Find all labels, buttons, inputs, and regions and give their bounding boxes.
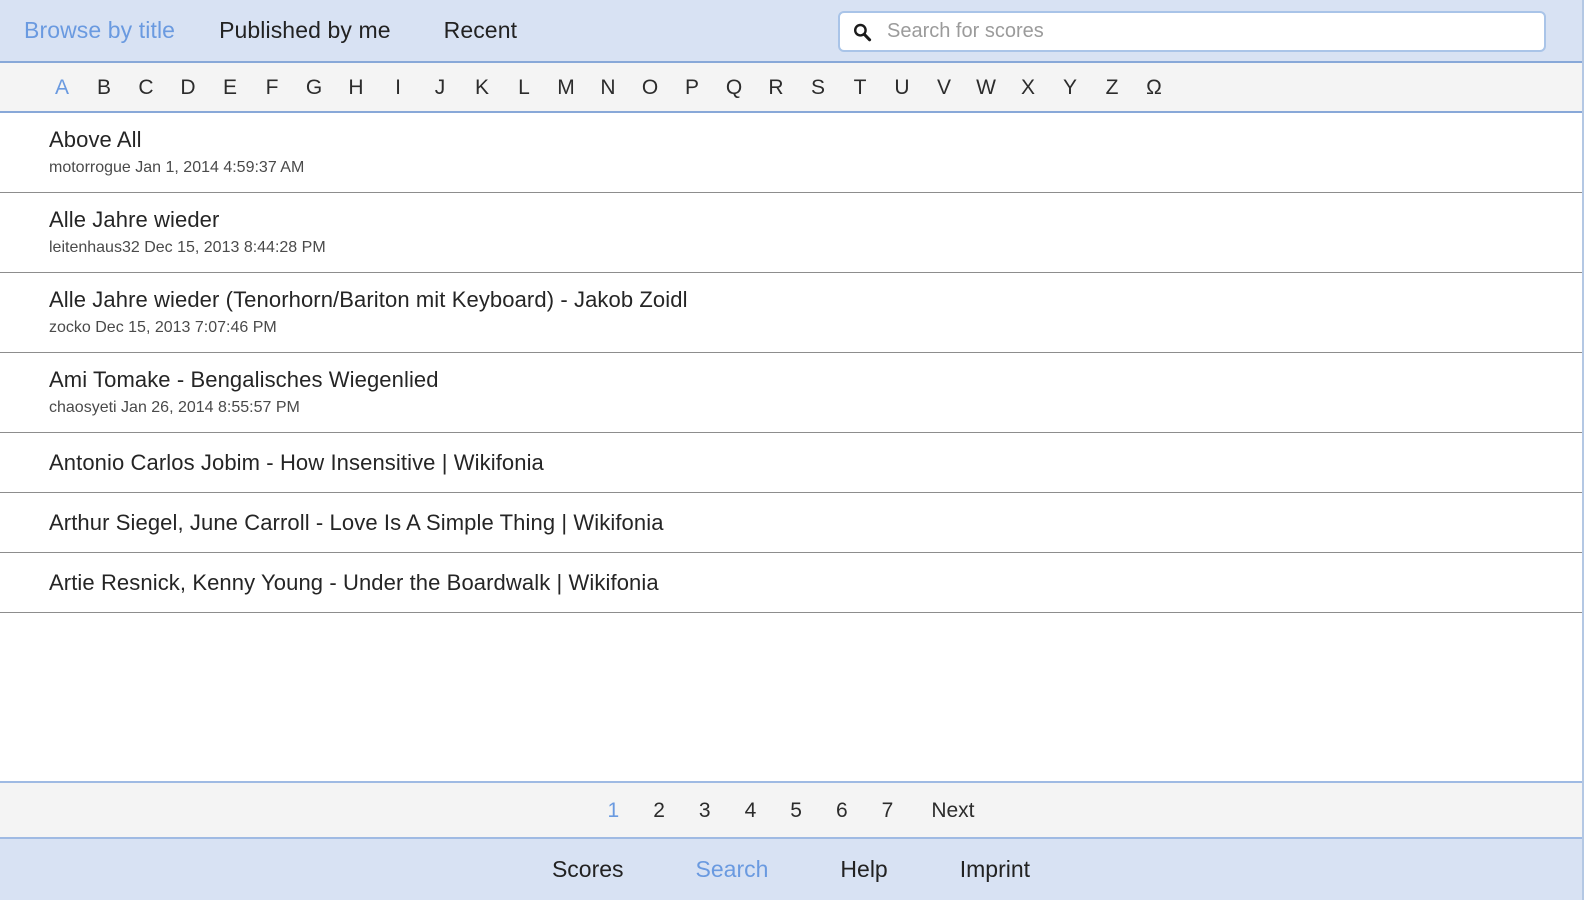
score-list: Above All motorrogue Jan 1, 2014 4:59:37… [0, 113, 1582, 781]
list-item-title: Ami Tomake - Bengalisches Wiegenlied [49, 367, 439, 393]
search-input[interactable] [887, 13, 1534, 50]
list-item[interactable]: Arthur Siegel, June Carroll - Love Is A … [0, 493, 1582, 553]
list-item[interactable]: Above All motorrogue Jan 1, 2014 4:59:37… [0, 113, 1582, 193]
footer-link-help[interactable]: Help [840, 858, 887, 881]
search-box[interactable] [838, 11, 1546, 52]
list-item-title: Artie Resnick, Kenny Young - Under the B… [49, 569, 659, 595]
list-item-meta: motorrogue Jan 1, 2014 4:59:37 AM [49, 159, 305, 177]
alpha-letter-a[interactable]: A [41, 77, 83, 98]
top-navigation-bar: Browse by title Published by me Recent [0, 0, 1582, 63]
alpha-letter-x[interactable]: X [1007, 77, 1049, 98]
alpha-letter-c[interactable]: C [125, 77, 167, 98]
alpha-letter-n[interactable]: N [587, 77, 629, 98]
alpha-letter-f[interactable]: F [251, 77, 293, 98]
list-item[interactable]: Antonio Carlos Jobim - How Insensitive |… [0, 433, 1582, 493]
alpha-letter-w[interactable]: W [965, 77, 1007, 98]
pagination: 1 2 3 4 5 6 7 Next [0, 781, 1582, 839]
page-link-1[interactable]: 1 [608, 800, 620, 821]
tab-published-by-me[interactable]: Published by me [219, 19, 391, 42]
alpha-letter-d[interactable]: D [167, 77, 209, 98]
alpha-letter-z[interactable]: Z [1091, 77, 1133, 98]
list-item[interactable]: Alle Jahre wieder (Tenorhorn/Bariton mit… [0, 273, 1582, 353]
footer-link-imprint[interactable]: Imprint [960, 858, 1030, 881]
tab-browse-by-title[interactable]: Browse by title [24, 19, 175, 42]
footer-bar: Scores Search Help Imprint [0, 839, 1582, 900]
page-link-3[interactable]: 3 [699, 800, 711, 821]
list-item-title: Arthur Siegel, June Carroll - Love Is A … [49, 509, 664, 535]
alpha-letter-b[interactable]: B [83, 77, 125, 98]
search-icon [852, 22, 872, 42]
alphabet-filter-bar: A B C D E F G H I J K L M N O P Q R S T … [0, 63, 1582, 113]
list-item[interactable]: Alle Jahre wieder leitenhaus32 Dec 15, 2… [0, 193, 1582, 273]
alpha-letter-j[interactable]: J [419, 77, 461, 98]
list-item[interactable]: Ami Tomake - Bengalisches Wiegenlied cha… [0, 353, 1582, 433]
search-container [838, 11, 1546, 52]
alpha-letter-q[interactable]: Q [713, 77, 755, 98]
alpha-letter-y[interactable]: Y [1049, 77, 1091, 98]
list-item[interactable]: Artie Resnick, Kenny Young - Under the B… [0, 553, 1582, 613]
page-link-5[interactable]: 5 [790, 800, 802, 821]
page-link-6[interactable]: 6 [836, 800, 848, 821]
alpha-letter-u[interactable]: U [881, 77, 923, 98]
page-link-4[interactable]: 4 [745, 800, 757, 821]
nav-tabs: Browse by title Published by me Recent [24, 0, 517, 61]
list-item-meta: chaosyeti Jan 26, 2014 8:55:57 PM [49, 399, 300, 417]
page-link-2[interactable]: 2 [653, 800, 665, 821]
alpha-letter-omega[interactable]: Ω [1133, 77, 1175, 98]
list-item-title: Above All [49, 127, 142, 153]
alpha-letter-t[interactable]: T [839, 77, 881, 98]
footer-link-search[interactable]: Search [696, 858, 769, 881]
list-item-title: Antonio Carlos Jobim - How Insensitive |… [49, 449, 544, 475]
list-item-meta: leitenhaus32 Dec 15, 2013 8:44:28 PM [49, 239, 326, 257]
alpha-letter-i[interactable]: I [377, 77, 419, 98]
score-browser-app: Browse by title Published by me Recent A… [0, 0, 1584, 900]
alpha-letter-s[interactable]: S [797, 77, 839, 98]
list-item-title: Alle Jahre wieder [49, 207, 220, 233]
alpha-letter-o[interactable]: O [629, 77, 671, 98]
alpha-letter-k[interactable]: K [461, 77, 503, 98]
alpha-letter-m[interactable]: M [545, 77, 587, 98]
alpha-letter-g[interactable]: G [293, 77, 335, 98]
list-item-meta: zocko Dec 15, 2013 7:07:46 PM [49, 319, 277, 337]
tab-recent[interactable]: Recent [444, 19, 517, 42]
alpha-letter-h[interactable]: H [335, 77, 377, 98]
list-item-title: Alle Jahre wieder (Tenorhorn/Bariton mit… [49, 287, 688, 313]
alpha-letter-e[interactable]: E [209, 77, 251, 98]
alpha-letter-p[interactable]: P [671, 77, 713, 98]
footer-link-scores[interactable]: Scores [552, 858, 624, 881]
alpha-letter-l[interactable]: L [503, 77, 545, 98]
page-link-next[interactable]: Next [931, 800, 974, 821]
alpha-letter-v[interactable]: V [923, 77, 965, 98]
alpha-letter-r[interactable]: R [755, 77, 797, 98]
page-link-7[interactable]: 7 [882, 800, 894, 821]
